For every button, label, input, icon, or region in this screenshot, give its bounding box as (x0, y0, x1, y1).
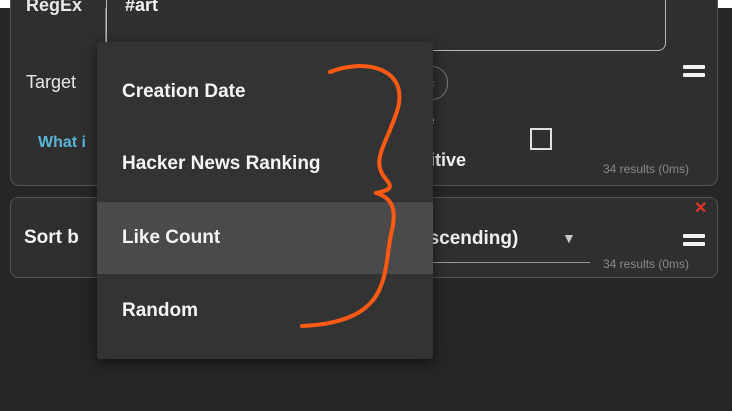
sort-results-count: 34 results (0ms) (603, 257, 690, 271)
curly-brace-annotation (300, 64, 402, 328)
drag-handle-icon[interactable] (683, 65, 705, 78)
drag-handle-icon[interactable] (683, 234, 705, 247)
close-icon[interactable]: ✕ (694, 201, 707, 217)
regex-label: RegEx (26, 0, 83, 15)
help-link[interactable]: What i (38, 134, 86, 152)
regex-input-value: #art (125, 0, 159, 15)
sort-select-value[interactable]: escending) (418, 228, 518, 250)
target-label: Target (26, 72, 77, 92)
sort-by-label: Sort b (24, 227, 79, 248)
case-sensitive-checkbox[interactable] (530, 128, 552, 150)
sort-select-underline (418, 262, 590, 263)
filter-results-count: 34 results (0ms) (603, 162, 690, 176)
chevron-down-icon[interactable]: ▼ (562, 230, 576, 246)
